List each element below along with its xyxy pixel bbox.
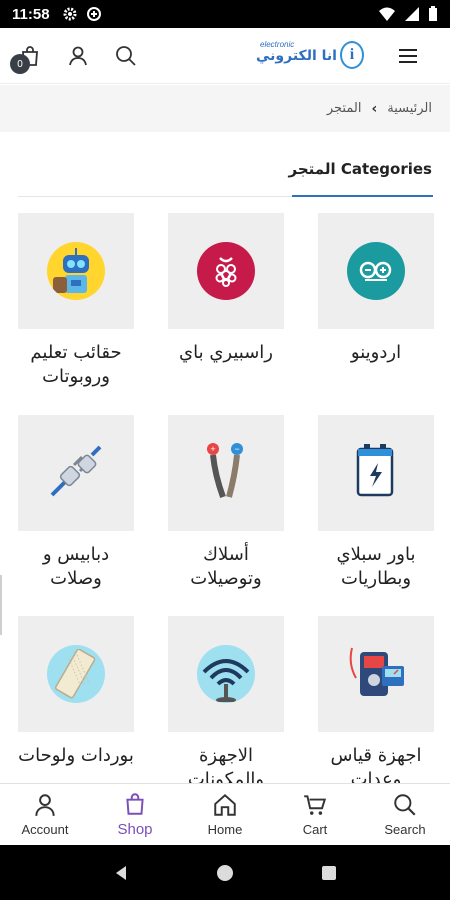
settings-gear-icon [63,7,77,21]
connector-plug-icon [48,443,104,503]
nav-label: Cart [302,822,328,837]
category-measuring-tools[interactable]: اجهزة قياس وعدات [318,616,434,783]
nav-search[interactable]: Search [360,784,450,845]
hamburger-menu-icon [399,49,417,63]
arduino-icon [347,242,405,300]
category-label: اردوينو [350,342,402,363]
nav-label: Shop [117,821,153,838]
logo-i-icon: i [340,41,364,69]
nav-label: Search [384,822,426,837]
home-circle-icon[interactable] [215,863,235,883]
app-header [0,28,450,84]
category-thumb [18,415,134,531]
category-label: حقائب تعليم وروبوتات [30,342,122,387]
category-arduino[interactable]: اردوينو [318,213,434,365]
chevron-left-icon: ‹ [371,100,378,117]
search-icon [116,46,136,66]
signal-icon [405,7,419,21]
account-icon [35,794,55,816]
breadcrumb-home-link[interactable]: الرئيسية [387,101,432,116]
multimeter-icon [346,644,406,704]
breadcrumb-current: المتجر [326,101,362,116]
category-thumb [318,616,434,732]
category-label: دبابيس و وصلات [42,544,110,589]
nav-label: Account [21,822,69,837]
category-label: باور سبلاي وبطاريات [336,544,416,589]
cart-icon [304,795,327,815]
category-thumb [168,616,284,732]
breadcrumb: المتجر ‹ الرئيسية [0,85,450,132]
section-title: المتجر Categories [288,160,433,178]
svg-text:−: − [234,444,239,454]
wifi-icon [379,7,395,21]
scroll-handle[interactable] [0,575,2,635]
nav-account[interactable]: Account [0,784,90,845]
battery-icon [354,443,398,503]
category-power-supply[interactable]: باور سبلاي وبطاريات [318,415,434,591]
category-wires[interactable]: + − أسلاك وتوصيلات [168,415,284,591]
wires-icon: + − [203,441,249,505]
bottom-navigation: Account Shop Home Cart Search [0,783,450,845]
header-search-button[interactable] [106,28,146,84]
breadboard-icon [47,645,105,703]
category-thumb [318,415,434,531]
category-thumb [18,616,134,732]
account-button[interactable] [58,28,98,84]
category-label: الاجهزة والمكونات [187,745,265,783]
system-navigation-bar [0,845,450,900]
nav-home[interactable]: Home [180,784,270,845]
category-boards[interactable]: بوردات ولوحات [18,616,134,768]
category-robot-kits[interactable]: حقائب تعليم وروبوتات [18,213,134,389]
robot-kit-icon [47,242,105,300]
recents-icon[interactable] [320,864,338,882]
category-raspberry-pi[interactable]: راسبيري باي [168,213,284,365]
search-icon [394,794,416,816]
svg-text:+: + [210,444,215,454]
cart-count-badge: 0 [10,54,30,74]
categories-grid: اردوينو راسبيري باي حقائب تعليم وروبوتات… [0,213,450,783]
battery-status-icon [429,6,437,21]
wireless-module-icon [197,645,255,703]
category-thumb: + − [168,415,284,531]
data-saver-icon [86,7,101,21]
category-thumb [168,213,284,329]
category-label: اجهزة قياس وعدات [330,745,422,783]
home-icon [214,793,236,816]
nav-label: Home [207,822,243,837]
category-devices-components[interactable]: الاجهزة والمكونات [168,616,284,783]
category-thumb [18,213,134,329]
logo-text: انا الكتروني [256,48,337,64]
menu-button[interactable] [388,28,428,84]
raspberry-pi-icon [197,242,255,300]
status-bar: 11:58 [0,0,450,28]
category-label: راسبيري باي [179,342,273,363]
category-label: بوردات ولوحات [18,745,134,766]
category-label: أسلاك وتوصيلات [190,544,262,589]
user-icon [69,46,87,66]
site-logo[interactable]: electronic انا الكتروني i [256,38,364,74]
status-time: 11:58 [12,5,50,23]
back-icon[interactable] [112,864,130,882]
title-underline [292,195,433,197]
category-thumb [318,213,434,329]
nav-cart[interactable]: Cart [270,784,360,845]
nav-shop[interactable]: Shop [90,784,180,845]
category-connectors[interactable]: دبابيس و وصلات [18,415,134,591]
shop-bag-icon [126,793,144,815]
